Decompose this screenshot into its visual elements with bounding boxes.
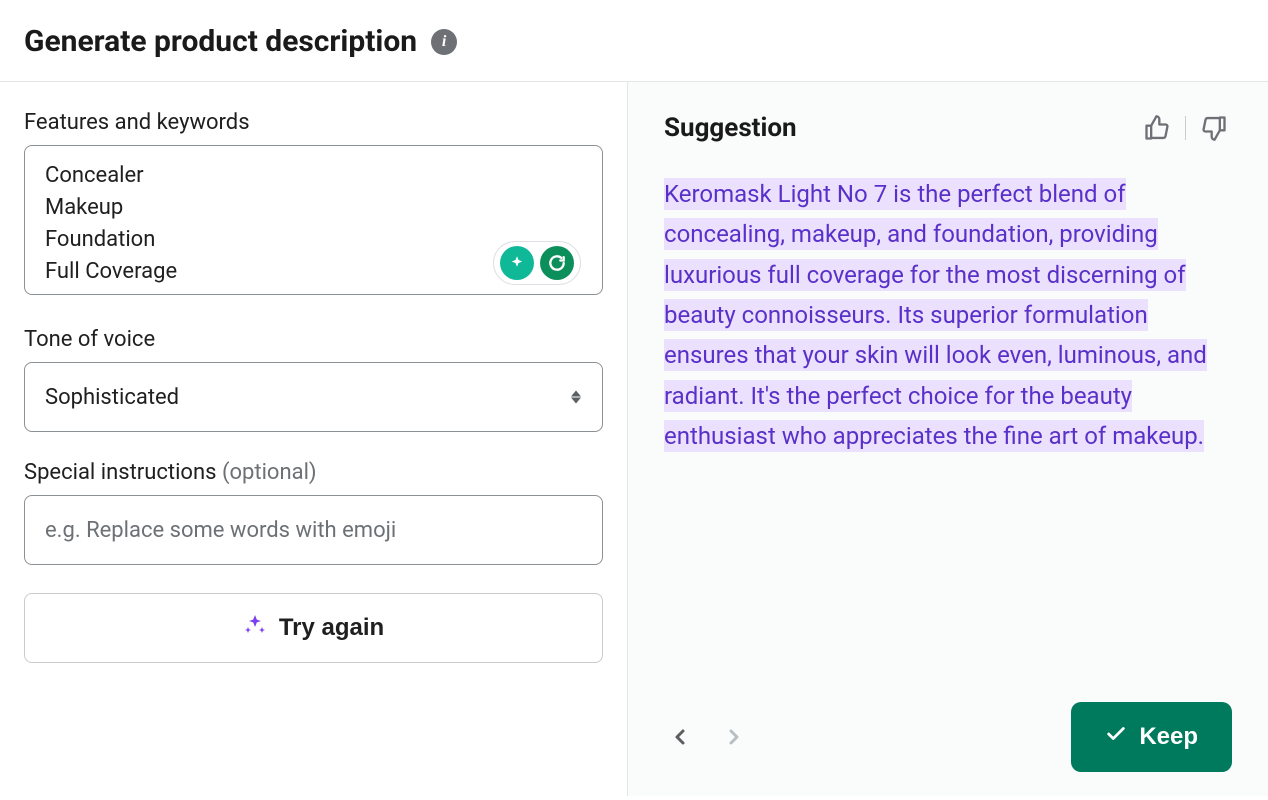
chevron-right-icon <box>722 725 746 749</box>
tone-select[interactable]: Sophisticated <box>24 362 603 432</box>
special-optional-text: (optional) <box>222 460 317 485</box>
check-icon <box>1105 723 1127 751</box>
suggestion-footer: Keep <box>664 682 1232 772</box>
thumbs-up-icon <box>1143 114 1171 142</box>
suggestion-pager <box>664 721 750 753</box>
try-again-button[interactable]: Try again <box>24 593 603 663</box>
form-panel: Features and keywords Tone of voice Soph… <box>0 82 628 796</box>
keep-button[interactable]: Keep <box>1071 702 1232 772</box>
suggestion-highlight: Keromask Light No 7 is the perfect blend… <box>664 178 1207 452</box>
tone-select-wrap: Sophisticated <box>24 362 603 432</box>
special-label-text: Special instructions <box>24 460 222 485</box>
page-header: Generate product description i <box>0 0 1268 82</box>
chevron-left-icon <box>668 725 692 749</box>
suggestion-text: Keromask Light No 7 is the perfect blend… <box>664 174 1232 456</box>
special-label: Special instructions (optional) <box>24 460 603 485</box>
grammarly-logo-icon <box>540 246 574 280</box>
suggestion-panel: Suggestion Keromask Light No 7 is the pe… <box>628 82 1268 796</box>
tone-label: Tone of voice <box>24 327 603 352</box>
features-textarea-wrap <box>24 145 603 299</box>
grammarly-tone-icon <box>500 246 534 280</box>
suggestion-header: Suggestion <box>664 110 1232 146</box>
thumbs-down-icon <box>1200 114 1228 142</box>
grammarly-widget[interactable] <box>493 241 581 285</box>
features-label: Features and keywords <box>24 110 603 135</box>
features-field: Features and keywords <box>24 110 603 299</box>
special-input[interactable] <box>24 495 603 565</box>
thumbs-up-button[interactable] <box>1139 110 1175 146</box>
special-field: Special instructions (optional) <box>24 460 603 565</box>
try-again-label: Try again <box>279 614 384 642</box>
suggestion-heading: Suggestion <box>664 113 797 143</box>
sparkle-icon <box>243 613 267 643</box>
tone-field: Tone of voice Sophisticated <box>24 327 603 432</box>
prev-suggestion-button[interactable] <box>664 721 696 753</box>
keep-label: Keep <box>1139 723 1198 751</box>
page-title: Generate product description <box>24 24 417 59</box>
next-suggestion-button[interactable] <box>718 721 750 753</box>
body-split: Features and keywords Tone of voice Soph… <box>0 82 1268 796</box>
feedback-thumbs <box>1139 110 1232 146</box>
info-icon[interactable]: i <box>431 29 457 55</box>
thumbs-divider <box>1185 116 1186 140</box>
thumbs-down-button[interactable] <box>1196 110 1232 146</box>
